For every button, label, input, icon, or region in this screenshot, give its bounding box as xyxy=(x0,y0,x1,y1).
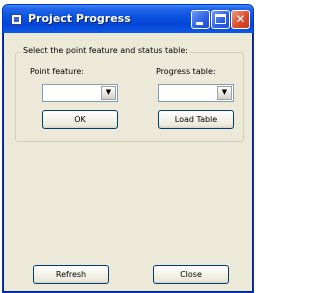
point-feature-label: Point feature: xyxy=(30,67,84,76)
close-icon[interactable]: ✕ xyxy=(231,10,250,29)
progress-table-dropdown[interactable]: ▼ xyxy=(158,84,234,102)
chevron-down-icon[interactable]: ▼ xyxy=(217,86,232,100)
load-table-button[interactable]: Load Table xyxy=(158,110,234,129)
progress-table-label: Progress table: xyxy=(156,67,216,76)
app-icon[interactable] xyxy=(11,14,22,25)
window-title: Project Progress xyxy=(28,12,131,25)
point-feature-value xyxy=(46,88,99,99)
progress-table-value xyxy=(162,88,215,99)
maximize-icon[interactable] xyxy=(211,10,230,29)
chevron-down-icon[interactable]: ▼ xyxy=(101,86,116,100)
minimize-icon[interactable] xyxy=(191,10,210,29)
refresh-button[interactable]: Refresh xyxy=(33,265,109,284)
ok-button[interactable]: OK xyxy=(42,110,118,129)
project-progress-window: Project Progress ✕ Select the point feat… xyxy=(2,4,254,293)
close-glyph: ✕ xyxy=(235,12,246,26)
close-button[interactable]: Close xyxy=(153,265,229,284)
title-bar[interactable]: Project Progress ✕ xyxy=(3,5,253,33)
group-title: Select the point feature and status tabl… xyxy=(21,46,190,55)
point-feature-dropdown[interactable]: ▼ xyxy=(42,84,118,102)
